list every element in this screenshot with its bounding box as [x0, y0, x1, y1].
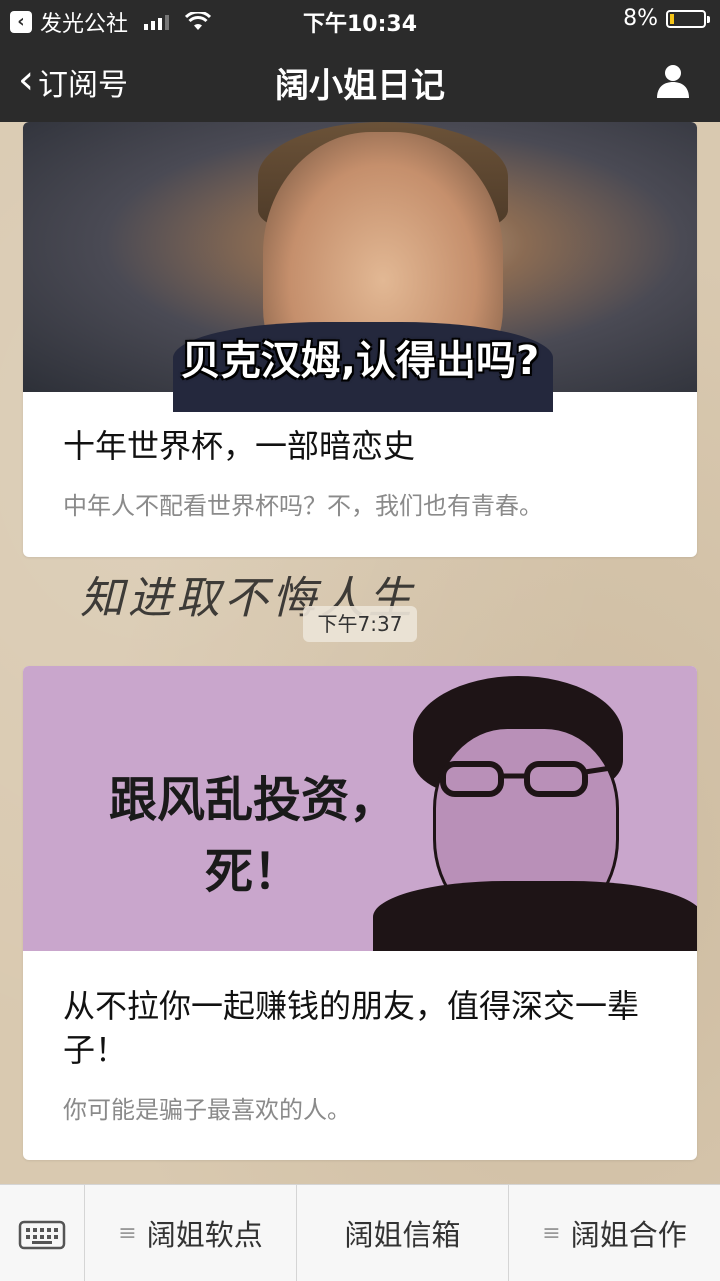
- menu-item-label: 阔姐合作: [570, 1218, 687, 1252]
- cover-caption: 贝克汉姆,认得出吗?: [180, 338, 540, 384]
- article-card[interactable]: 贝克汉姆,认得出吗? 十年世界杯，一部暗恋史 中年人不配看世界杯吗？不，我们也有…: [23, 122, 697, 557]
- menu-item-label: 阔姐信箱: [344, 1218, 461, 1252]
- submenu-icon: ≡: [542, 1220, 561, 1246]
- article-summary: 你可能是骗子最喜欢的人。: [63, 1096, 351, 1124]
- menu-item-soft-point[interactable]: ≡ 阔姐软点: [85, 1185, 297, 1281]
- keyboard-icon: [18, 1220, 66, 1250]
- status-right: 8%: [623, 6, 710, 31]
- page-title: 阔小姐日记: [275, 66, 445, 106]
- menu-item-cooperation[interactable]: ≡ 阔姐合作: [509, 1185, 720, 1281]
- menu-item-label: 阔姐软点: [146, 1218, 263, 1252]
- battery-percent: 8%: [623, 6, 658, 31]
- menu-item-mailbox[interactable]: 阔姐信箱: [297, 1185, 509, 1281]
- nav-bar: ‹ 订阅号 阔小姐日记: [0, 40, 720, 122]
- glasses-illustration: [440, 761, 612, 797]
- article-title[interactable]: 从不拉你一起赚钱的朋友，值得深交一辈子！: [63, 984, 663, 1072]
- status-bar: ‹ 发光公社 下午10:34 8%: [0, 0, 720, 40]
- article-summary: 中年人不配看世界杯吗？不，我们也有青春。: [63, 492, 543, 520]
- bottom-menu-bar: ≡ 阔姐软点 阔姐信箱 ≡ 阔姐合作: [0, 1184, 720, 1281]
- article-cover-image[interactable]: 贝克汉姆,认得出吗?: [23, 122, 697, 412]
- article-cover-image[interactable]: 跟风乱投资，死！: [23, 666, 697, 951]
- article-title[interactable]: 十年世界杯，一部暗恋史: [63, 424, 663, 468]
- cover-body: [373, 881, 697, 951]
- article-card[interactable]: 跟风乱投资，死！ 从不拉你一起赚钱的朋友，值得深交一辈子！ 你可能是骗子最喜欢的…: [23, 666, 697, 1160]
- submenu-icon: ≡: [118, 1220, 137, 1246]
- status-time: 下午10:34: [302, 12, 418, 37]
- message-timestamp: 下午7:37: [303, 606, 417, 642]
- person-icon[interactable]: [654, 62, 692, 100]
- battery-icon: [666, 9, 710, 28]
- cover-headline: 跟风乱投资，死！: [108, 772, 397, 900]
- keyboard-toggle-button[interactable]: [0, 1185, 85, 1281]
- message-list[interactable]: 贝克汉姆,认得出吗? 十年世界杯，一部暗恋史 中年人不配看世界杯吗？不，我们也有…: [0, 122, 720, 1184]
